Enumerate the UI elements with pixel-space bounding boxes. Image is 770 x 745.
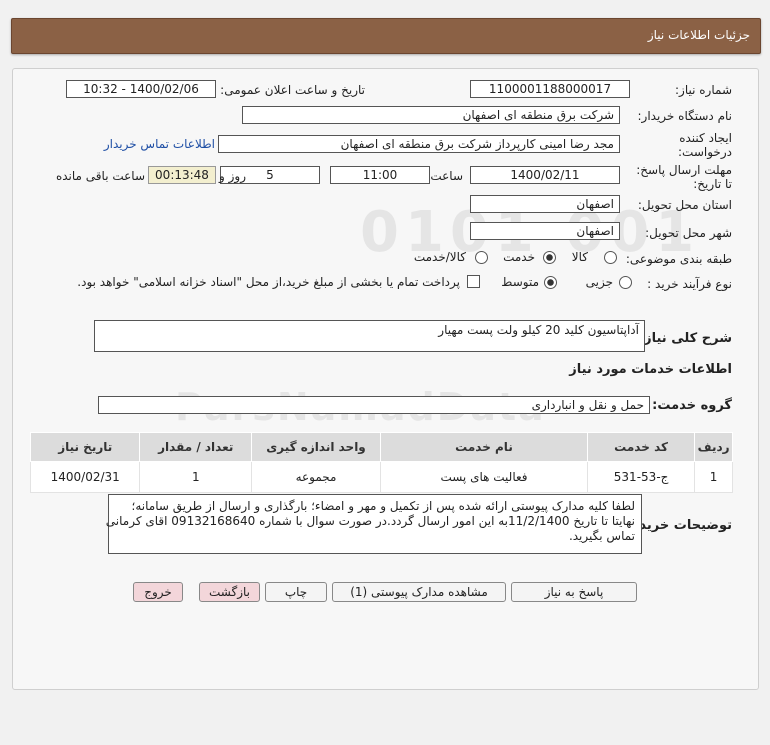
- province-field: اصفهان: [470, 195, 620, 213]
- col-need-date: تاریخ نیاز: [29, 432, 141, 462]
- process-minor-radio[interactable]: [619, 276, 632, 289]
- service-group-label: گروه خدمت:: [652, 398, 732, 413]
- deadline-label-2: تا تاریخ:: [693, 177, 732, 191]
- services-table: ردیف کد خدمت نام خدمت واحد اندازه گیری ت…: [29, 432, 733, 493]
- buyer-org-field: شرکت برق منطقه ای اصفهان: [242, 106, 620, 124]
- page-title: جزئیات اطلاعات نیاز: [647, 28, 750, 42]
- creator-label-1: ایجاد کننده: [679, 131, 732, 145]
- province-label: استان محل تحویل:: [637, 198, 732, 212]
- buyer-notes-line: لطفا کلیه مدارک پیوستی ارائه شده پس از ت…: [131, 499, 635, 513]
- back-button[interactable]: بازگشت: [199, 582, 260, 602]
- process-label: نوع فرآیند خرید :: [647, 277, 732, 291]
- buyer-org-label: نام دستگاه خریدار:: [637, 109, 733, 123]
- category-goods-service-radio[interactable]: [475, 251, 488, 264]
- deadline-time-label: ساعت: [430, 169, 463, 183]
- deadline-date-field: 1400/02/11: [470, 166, 620, 184]
- summary-label: شرح کلی نیاز:: [638, 331, 732, 346]
- col-service-code: کد خدمت: [586, 432, 696, 462]
- exit-button[interactable]: خروج: [133, 582, 183, 602]
- page-header: جزئیات اطلاعات نیاز: [11, 18, 761, 54]
- cell-quantity: 1: [139, 461, 253, 493]
- creator-label-2: درخواست:: [678, 145, 732, 159]
- remaining-time-field: 00:13:48: [148, 166, 216, 184]
- table-header-row: ردیف کد خدمت نام خدمت واحد اندازه گیری ت…: [29, 432, 733, 462]
- cell-row-number: 1: [694, 461, 733, 493]
- announce-field: 1400/02/06 - 10:32: [66, 80, 216, 98]
- process-medium-radio[interactable]: [544, 276, 557, 289]
- process-minor-label: جزیی: [585, 275, 613, 289]
- process-medium-label: متوسط: [501, 275, 539, 289]
- need-number-field: 1100001188000017: [470, 80, 630, 98]
- category-label: طبقه بندی موضوعی:: [625, 252, 732, 266]
- category-goods-radio[interactable]: [604, 251, 617, 264]
- col-quantity: تعداد / مقدار: [139, 432, 253, 462]
- buyer-notes-line: نهایتا تا تاریخ 11/2/1400به این امور ارس…: [105, 514, 635, 528]
- services-section-title: اطلاعات خدمات مورد نیاز: [569, 362, 732, 377]
- city-field: اصفهان: [470, 222, 620, 240]
- category-goods-label: کالا: [571, 250, 588, 264]
- col-service-name: نام خدمت: [380, 432, 588, 462]
- days-label: روز و: [219, 169, 246, 183]
- attachments-button[interactable]: مشاهده مدارک پیوستی (1): [332, 582, 506, 602]
- need-number-label: شماره نیاز:: [675, 83, 732, 97]
- cell-need-date: 1400/02/31: [29, 461, 141, 493]
- print-button[interactable]: چاپ: [265, 582, 327, 602]
- creator-field: مجد رضا امینی کارپرداز شرکت برق منطقه ای…: [218, 135, 620, 153]
- deadline-label-1: مهلت ارسال پاسخ:: [636, 163, 732, 177]
- reply-button[interactable]: پاسخ به نیاز: [511, 582, 637, 602]
- col-row-number: ردیف: [694, 432, 733, 462]
- summary-field: آداپتاسیون کلید 20 کیلو ولت پست مهیار: [94, 320, 645, 352]
- buyer-notes-line: تماس بگیرید.: [568, 529, 635, 543]
- service-group-field: حمل و نقل و انبارداری: [98, 396, 650, 414]
- buyer-notes-box: لطفا کلیه مدارک پیوستی ارائه شده پس از ت…: [105, 494, 642, 554]
- cell-service-code: ج-53-531: [586, 461, 696, 493]
- treasury-payment-checkbox[interactable]: [467, 275, 480, 288]
- category-service-label: خدمت: [503, 250, 535, 264]
- cell-unit: مجموعه: [251, 461, 381, 493]
- city-label: شهر محل تحویل:: [645, 226, 732, 240]
- buyer-contact-link[interactable]: اطلاعات تماس خریدار: [104, 137, 215, 151]
- col-unit: واحد اندازه گیری: [251, 432, 381, 462]
- deadline-time-field: 11:00: [330, 166, 430, 184]
- category-goods-service-label: کالا/خدمت: [413, 250, 466, 264]
- category-service-radio[interactable]: [543, 251, 556, 264]
- remaining-label: ساعت باقی مانده: [55, 169, 145, 183]
- table-row: 1 ج-53-531 فعالیت های پست مجموعه 1 1400/…: [29, 461, 733, 493]
- announce-label: تاریخ و ساعت اعلان عمومی:: [220, 83, 365, 97]
- treasury-payment-note: پرداخت تمام یا بخشی از مبلغ خرید،از محل …: [77, 275, 460, 289]
- cell-service-name: فعالیت های پست: [380, 461, 588, 493]
